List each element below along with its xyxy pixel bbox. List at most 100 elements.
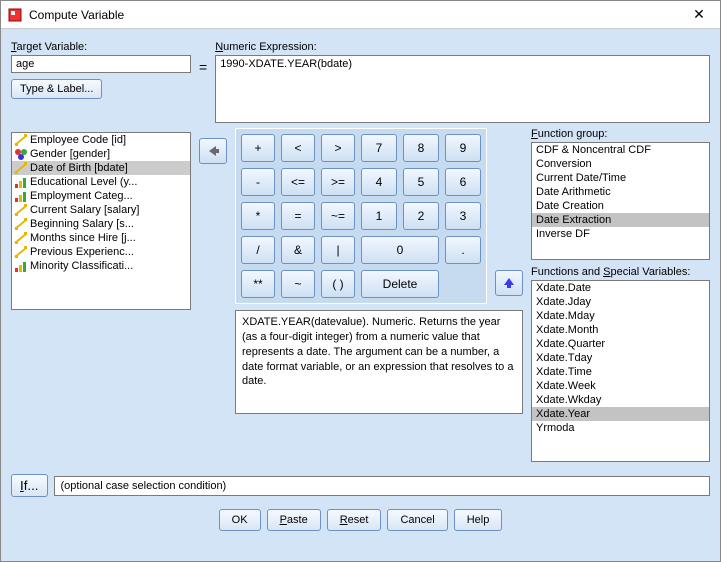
variable-item[interactable]: Previous Experienc... bbox=[12, 245, 190, 259]
function-item[interactable]: Xdate.Jday bbox=[532, 295, 709, 309]
function-item[interactable]: Xdate.Date bbox=[532, 281, 709, 295]
keypad: +<>789 -<=>=456 *=~=123 /&|0. **~( )Delete bbox=[235, 128, 487, 304]
if-condition-text: (optional case selection condition) bbox=[54, 476, 710, 496]
function-group-item[interactable]: Current Date/Time bbox=[532, 171, 709, 185]
keypad-key-3[interactable]: 3 bbox=[445, 202, 481, 230]
variable-type-icon bbox=[14, 148, 28, 160]
cancel-button[interactable]: Cancel bbox=[387, 509, 447, 531]
function-group-item[interactable]: Conversion bbox=[532, 157, 709, 171]
keypad-key-4[interactable]: 4 bbox=[361, 168, 397, 196]
keypad-key-[interactable]: ** bbox=[241, 270, 275, 298]
variable-label: Gender [gender] bbox=[30, 148, 110, 160]
function-group-item[interactable]: Inverse DF bbox=[532, 227, 709, 241]
keypad-key-0[interactable]: 0 bbox=[361, 236, 439, 264]
keypad-key-[interactable]: = bbox=[281, 202, 315, 230]
help-button[interactable]: Help bbox=[454, 509, 503, 531]
arrow-left-icon bbox=[206, 145, 220, 157]
function-item[interactable]: Xdate.Month bbox=[532, 323, 709, 337]
keypad-key-[interactable]: & bbox=[281, 236, 315, 264]
numeric-expression-input[interactable] bbox=[215, 55, 710, 123]
variable-item[interactable]: Employee Code [id] bbox=[12, 133, 190, 147]
keypad-key-[interactable]: ~ bbox=[281, 270, 315, 298]
variable-type-icon bbox=[14, 260, 28, 272]
variable-item[interactable]: Beginning Salary [s... bbox=[12, 217, 190, 231]
function-item[interactable]: Xdate.Week bbox=[532, 379, 709, 393]
keypad-key-5[interactable]: 5 bbox=[403, 168, 439, 196]
variable-label: Date of Birth [bdate] bbox=[30, 162, 128, 174]
keypad-key-[interactable]: * bbox=[241, 202, 275, 230]
variable-type-icon bbox=[14, 218, 28, 230]
keypad-key-[interactable]: > bbox=[321, 134, 355, 162]
numeric-expression-label: Numeric Expression: bbox=[215, 41, 710, 53]
keypad-key-[interactable]: < bbox=[281, 134, 315, 162]
variable-type-icon bbox=[14, 162, 28, 174]
function-item[interactable]: Xdate.Quarter bbox=[532, 337, 709, 351]
keypad-key-6[interactable]: 6 bbox=[445, 168, 481, 196]
variable-type-icon bbox=[14, 246, 28, 258]
function-description: XDATE.YEAR(datevalue). Numeric. Returns … bbox=[235, 310, 523, 414]
keypad-key-[interactable]: . bbox=[445, 236, 481, 264]
app-icon bbox=[7, 7, 23, 23]
functions-label: Functions and Special Variables: bbox=[531, 266, 710, 278]
move-to-expression-button[interactable] bbox=[199, 138, 227, 164]
keypad-key-[interactable]: / bbox=[241, 236, 275, 264]
function-item[interactable]: Xdate.Mday bbox=[532, 309, 709, 323]
variable-label: Educational Level (y... bbox=[30, 176, 137, 188]
variable-item[interactable]: Date of Birth [bdate] bbox=[12, 161, 190, 175]
function-item[interactable]: Xdate.Wkday bbox=[532, 393, 709, 407]
keypad-key-[interactable]: ~= bbox=[321, 202, 355, 230]
function-item[interactable]: Xdate.Time bbox=[532, 365, 709, 379]
keypad-key-9[interactable]: 9 bbox=[445, 134, 481, 162]
variable-label: Employment Categ... bbox=[30, 190, 133, 202]
keypad-key-8[interactable]: 8 bbox=[403, 134, 439, 162]
variable-label: Beginning Salary [s... bbox=[30, 218, 134, 230]
keypad-key-[interactable]: + bbox=[241, 134, 275, 162]
move-function-up-button[interactable] bbox=[495, 270, 523, 296]
compute-variable-dialog: Compute Variable ✕ Target Variable: Type… bbox=[0, 0, 721, 562]
window-title: Compute Variable bbox=[29, 8, 684, 22]
variable-label: Months since Hire [j... bbox=[30, 232, 136, 244]
variable-label: Previous Experienc... bbox=[30, 246, 134, 258]
function-group-list[interactable]: CDF & Noncentral CDFConversionCurrent Da… bbox=[531, 142, 710, 260]
function-item[interactable]: Xdate.Year bbox=[532, 407, 709, 421]
function-item[interactable]: Yrmoda bbox=[532, 421, 709, 435]
variable-item[interactable]: Educational Level (y... bbox=[12, 175, 190, 189]
equals-sign: = bbox=[199, 59, 207, 75]
arrow-up-icon bbox=[503, 277, 515, 289]
variable-item[interactable]: Minority Classificati... bbox=[12, 259, 190, 273]
keypad-key-delete[interactable]: Delete bbox=[361, 270, 439, 298]
keypad-key-[interactable]: <= bbox=[281, 168, 315, 196]
type-and-label-button[interactable]: Type & Label... bbox=[11, 79, 102, 99]
keypad-key-2[interactable]: 2 bbox=[403, 202, 439, 230]
close-button[interactable]: ✕ bbox=[684, 5, 714, 25]
keypad-key-[interactable]: | bbox=[321, 236, 355, 264]
variable-label: Employee Code [id] bbox=[30, 134, 126, 146]
variable-type-icon bbox=[14, 190, 28, 202]
if-button[interactable]: If... bbox=[11, 474, 48, 497]
titlebar: Compute Variable ✕ bbox=[1, 1, 720, 29]
function-group-item[interactable]: CDF & Noncentral CDF bbox=[532, 143, 709, 157]
keypad-key-7[interactable]: 7 bbox=[361, 134, 397, 162]
function-item[interactable]: Xdate.Tday bbox=[532, 351, 709, 365]
target-variable-input[interactable] bbox=[11, 55, 191, 73]
function-group-item[interactable]: Date Extraction bbox=[532, 213, 709, 227]
variable-list[interactable]: Employee Code [id] Gender [gender] Date of… bbox=[11, 132, 191, 310]
target-variable-label: Target Variable: bbox=[11, 41, 191, 53]
variable-item[interactable]: Gender [gender] bbox=[12, 147, 190, 161]
keypad-key-[interactable]: ( ) bbox=[321, 270, 355, 298]
function-group-item[interactable]: Date Creation bbox=[532, 199, 709, 213]
variable-item[interactable]: Months since Hire [j... bbox=[12, 231, 190, 245]
variable-item[interactable]: Employment Categ... bbox=[12, 189, 190, 203]
functions-list[interactable]: Xdate.DateXdate.JdayXdate.MdayXdate.Mont… bbox=[531, 280, 710, 462]
keypad-key-[interactable]: - bbox=[241, 168, 275, 196]
variable-type-icon bbox=[14, 232, 28, 244]
keypad-key-[interactable]: >= bbox=[321, 168, 355, 196]
variable-label: Current Salary [salary] bbox=[30, 204, 139, 216]
ok-button[interactable]: OK bbox=[219, 509, 261, 531]
function-group-item[interactable]: Date Arithmetic bbox=[532, 185, 709, 199]
function-group-label: Function group: bbox=[531, 128, 710, 140]
paste-button[interactable]: Paste bbox=[267, 509, 321, 531]
reset-button[interactable]: Reset bbox=[327, 509, 382, 531]
keypad-key-1[interactable]: 1 bbox=[361, 202, 397, 230]
variable-item[interactable]: Current Salary [salary] bbox=[12, 203, 190, 217]
